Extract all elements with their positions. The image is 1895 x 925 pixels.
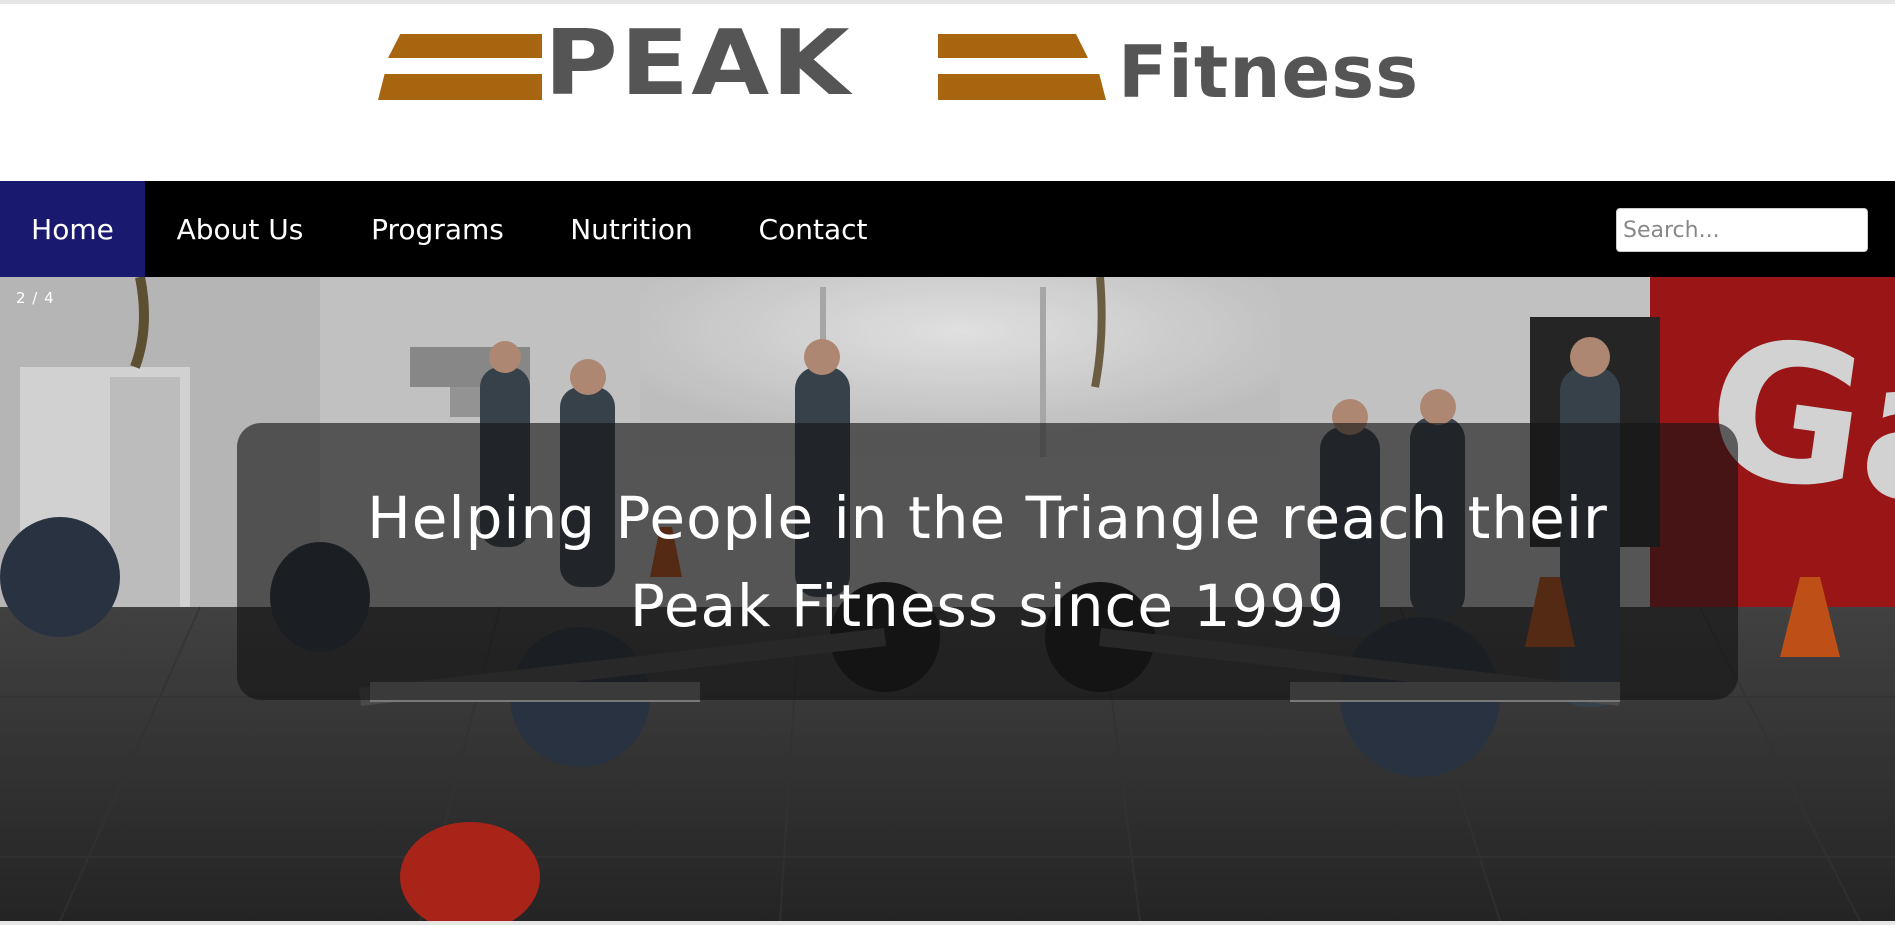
hero-caption-box: Helping People in the Triangle reach the…	[237, 423, 1738, 700]
hero-caption: Helping People in the Triangle reach the…	[367, 483, 1608, 640]
nav-item-home[interactable]: Home	[0, 181, 145, 277]
site-header: PEAK Fitness	[0, 4, 1895, 181]
nav-item-contact[interactable]: Contact	[723, 181, 903, 277]
bottom-border	[0, 921, 1895, 925]
nav-item-about-us[interactable]: About Us	[145, 181, 335, 277]
logo-bar-left-bottom	[378, 74, 542, 100]
logo-bar-right-top	[938, 34, 1088, 58]
main-nav: Home About Us Programs Nutrition Contact	[0, 181, 1895, 277]
logo-word-fitness: Fitness	[1118, 30, 1420, 114]
slide-counter: 2 / 4	[16, 289, 55, 307]
logo-bar-left-top	[388, 34, 542, 58]
site-logo[interactable]: PEAK Fitness	[378, 14, 1513, 114]
search-input[interactable]	[1616, 208, 1868, 252]
nav-item-programs[interactable]: Programs	[335, 181, 540, 277]
hero-slideshow: Ga	[0, 277, 1895, 921]
nav-item-nutrition[interactable]: Nutrition	[540, 181, 723, 277]
logo-bar-right-bottom	[938, 74, 1106, 100]
logo-word-peak: PEAK	[544, 11, 852, 116]
